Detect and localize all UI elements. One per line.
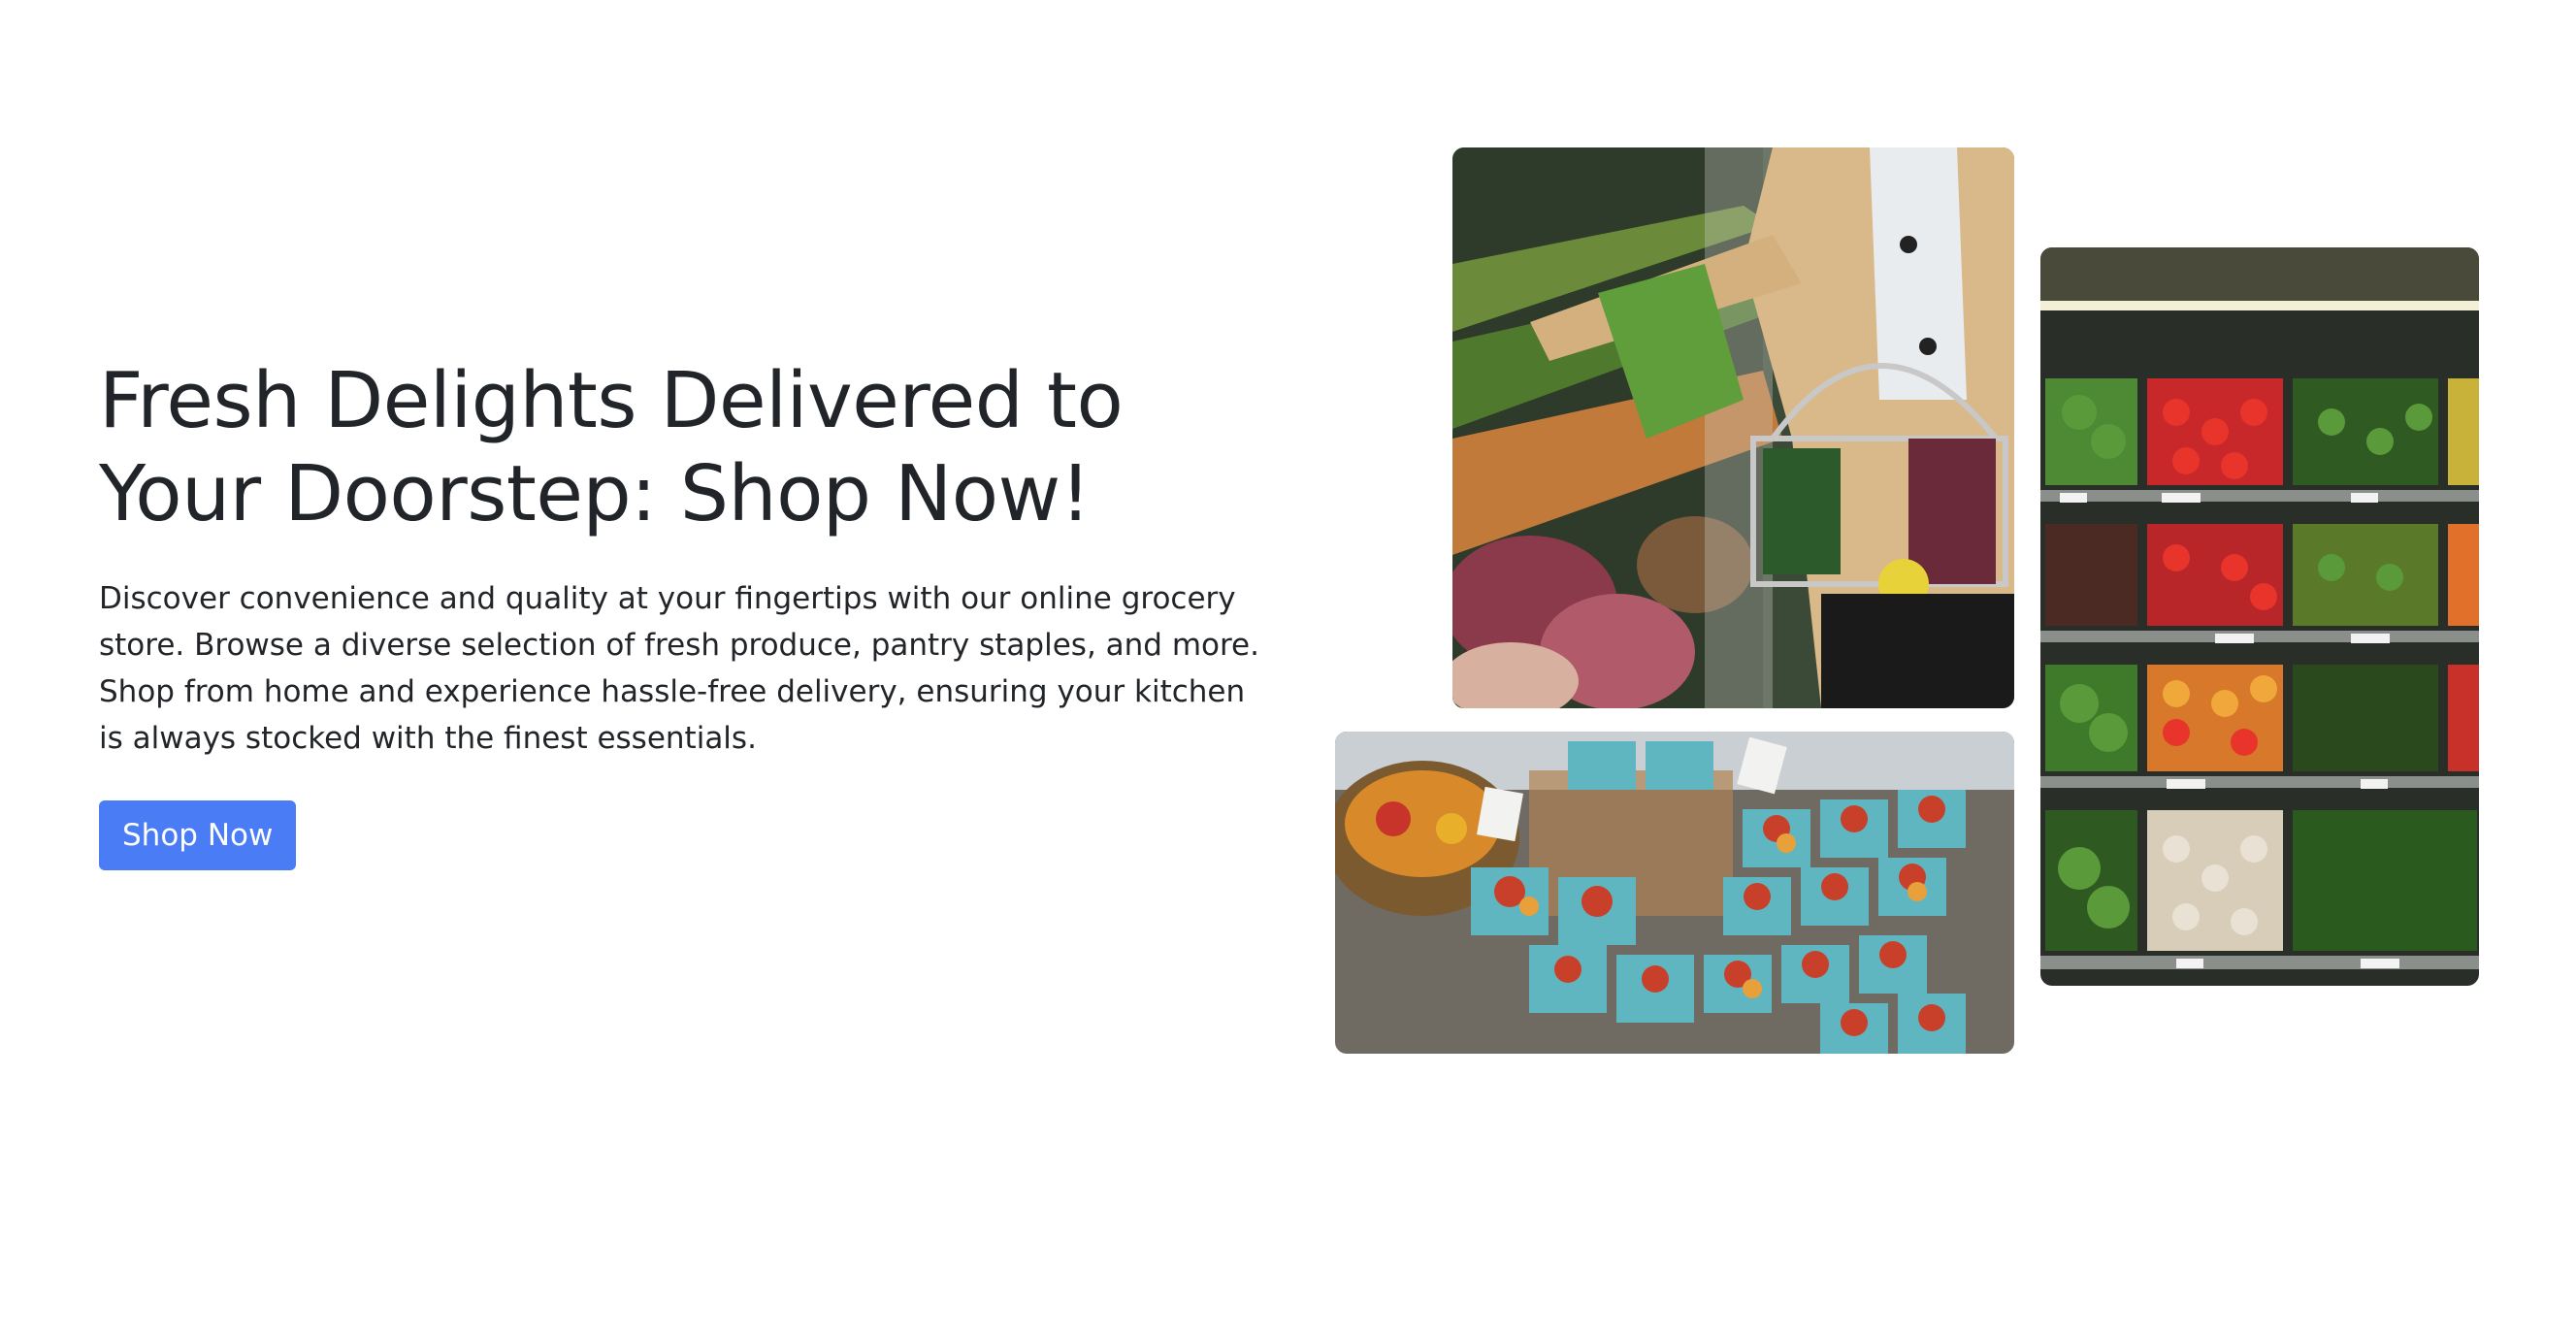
hero-title: Fresh Delights Delivered to Your Doorste… (99, 356, 1124, 538)
produce-shelves-photo (2040, 247, 2479, 986)
shop-now-button[interactable]: Shop Now (99, 800, 297, 870)
shopper-with-basket-photo (1452, 147, 2014, 708)
hero-text-block: Fresh Delights Delivered to Your Doorste… (99, 354, 1273, 870)
market-produce-photo (1335, 732, 2014, 1054)
hero-description: Discover convenience and quality at your… (99, 581, 1259, 756)
